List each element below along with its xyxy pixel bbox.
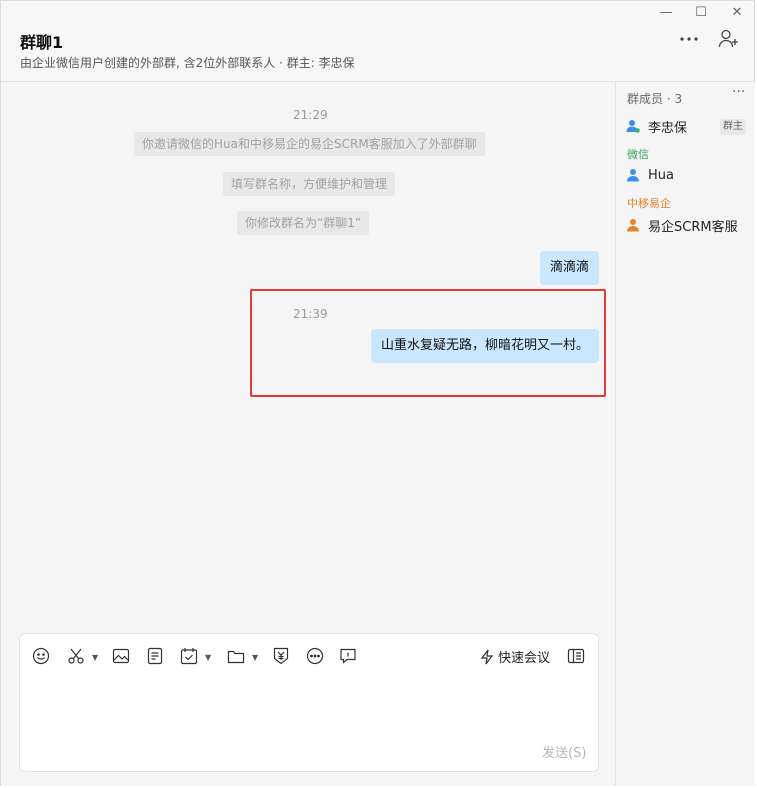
member-name: Hua — [648, 167, 674, 183]
quick-meeting-label: 快速会议 — [498, 651, 551, 666]
send-button[interactable]: 发送(S) — [542, 742, 586, 761]
emoji-icon[interactable] — [32, 647, 50, 665]
chat-subtitle: 由企业微信用户创建的外部群, 含2位外部联系人 · 群主: 李忠保 — [20, 56, 355, 70]
timestamp: 21:39 — [293, 307, 328, 321]
lightning-icon — [480, 649, 494, 664]
member-count-title: 群成员 · 3 — [627, 92, 683, 106]
add-user-icon[interactable] — [718, 28, 740, 54]
chevron-down-icon[interactable]: ▼ — [252, 653, 258, 662]
schedule-calendar-icon[interactable] — [180, 647, 198, 665]
system-message: 你修改群名为“群聊1” — [237, 211, 370, 235]
chat-record-icon[interactable] — [339, 647, 357, 665]
group-label-company: 中移易企 — [627, 197, 671, 210]
minimize-button[interactable]: — — [656, 5, 676, 20]
member-owner[interactable]: 李忠保 — [626, 116, 687, 136]
chevron-down-icon[interactable]: ▼ — [205, 653, 211, 662]
member-sidebar: 群成员 · 3 ··· 李忠保 群主 微信 Hua 中移易企 易企SCRM客服 — [615, 82, 755, 786]
document-icon[interactable] — [146, 647, 164, 665]
timestamp: 21:29 — [293, 108, 328, 122]
close-button[interactable]: ✕ — [727, 5, 747, 20]
user-icon — [626, 120, 640, 133]
member-company[interactable]: 易企SCRM客服 — [626, 215, 738, 235]
member-name: 易企SCRM客服 — [648, 219, 738, 235]
message-list[interactable]: 21:29 你邀请微信的Hua和中移易企的易企SCRM客服加入了外部群聊 填写群… — [1, 82, 615, 786]
chat-window: 群聊1 由企业微信用户创建的外部群, 含2位外部联系人 · 群主: 李忠保 — … — [0, 0, 755, 786]
sidebar-toggle-icon[interactable] — [567, 647, 585, 665]
more-circle-icon[interactable] — [306, 647, 324, 665]
owner-badge: 群主 — [720, 119, 746, 135]
message-bubble[interactable]: 滴滴滴 — [540, 251, 600, 285]
image-icon[interactable] — [112, 647, 130, 665]
chat-title[interactable]: 群聊1 — [20, 29, 63, 53]
system-message: 填写群名称，方便维护和管理 — [223, 172, 396, 196]
chevron-down-icon[interactable]: ▼ — [92, 653, 98, 662]
screenshot-scissors-icon[interactable] — [67, 647, 85, 665]
member-name: 李忠保 — [648, 120, 688, 136]
member-wechat[interactable]: Hua — [626, 165, 674, 185]
group-label-wechat: 微信 — [627, 148, 649, 161]
red-packet-icon[interactable] — [272, 647, 290, 665]
folder-icon[interactable] — [227, 647, 245, 665]
message-composer[interactable]: ▼ ▼ ▼ 快速会议 发送(S) — [19, 633, 599, 772]
more-dots-icon[interactable] — [679, 31, 699, 50]
system-message: 你邀请微信的Hua和中移易企的易企SCRM客服加入了外部群聊 — [134, 132, 485, 156]
user-icon — [627, 219, 639, 232]
chat-header: 群聊1 由企业微信用户创建的外部群, 含2位外部联系人 · 群主: 李忠保 — … — [1, 1, 754, 82]
message-bubble[interactable]: 山重水复疑无路，柳暗花明又一村。 — [371, 329, 600, 363]
sidebar-more-button[interactable]: ··· — [732, 84, 745, 100]
maximize-button[interactable]: ☐ — [691, 5, 711, 20]
user-icon — [627, 169, 639, 182]
quick-meeting-button[interactable]: 快速会议 — [480, 647, 550, 666]
